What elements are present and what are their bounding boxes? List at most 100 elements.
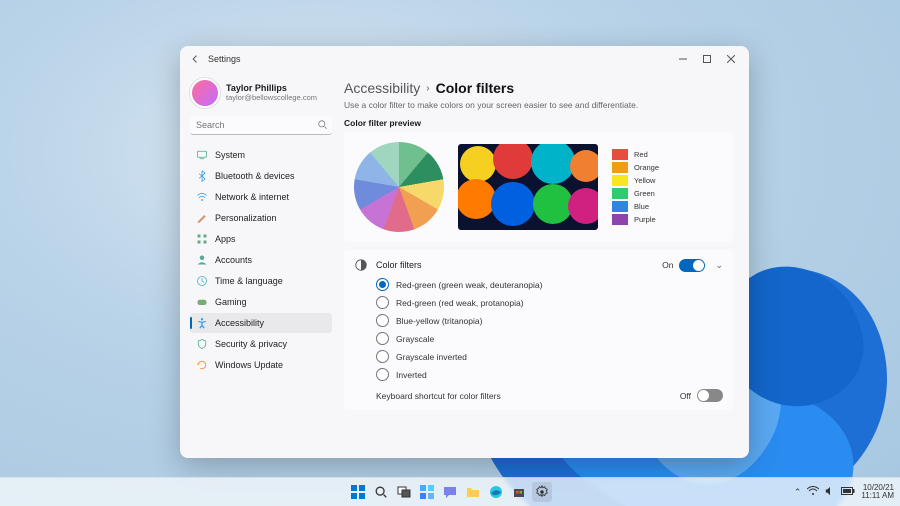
chat-button[interactable] xyxy=(440,482,460,502)
settings-window: Settings Taylor Phillips taylor@bellowsc… xyxy=(180,46,749,458)
sidebar-item-gaming[interactable]: Gaming xyxy=(190,292,332,312)
sidebar-item-label: Personalization xyxy=(215,213,277,223)
task-view-button[interactable] xyxy=(394,482,414,502)
radio-icon xyxy=(376,296,389,309)
keyboard-shortcut-toggle[interactable] xyxy=(697,389,723,402)
sidebar-item-update[interactable]: Windows Update xyxy=(190,355,332,375)
sidebar-item-accounts[interactable]: Accounts xyxy=(190,250,332,270)
widgets-button[interactable] xyxy=(417,482,437,502)
system-tray: ⌃ 10/20/21 11:11 AM xyxy=(794,484,894,500)
filter-option[interactable]: Inverted xyxy=(376,368,723,381)
sidebar-item-apps[interactable]: Apps xyxy=(190,229,332,249)
swatch-label: Purple xyxy=(634,214,659,225)
photo-preview xyxy=(458,144,598,230)
sidebar-item-label: Security & privacy xyxy=(215,339,287,349)
breadcrumb-parent[interactable]: Accessibility xyxy=(344,80,420,96)
clock[interactable]: 10/20/21 11:11 AM xyxy=(861,484,894,500)
color-swatches: RedOrangeYellowGreenBluePurple xyxy=(612,149,659,225)
helper-text: Use a color filter to make colors on you… xyxy=(344,100,733,110)
maximize-icon xyxy=(703,55,711,63)
main-content: Accessibility › Color filters Use a colo… xyxy=(338,70,749,458)
swatch-orange xyxy=(612,162,628,173)
swatch-red xyxy=(612,149,628,160)
pie-chart-preview xyxy=(354,142,444,232)
titlebar: Settings xyxy=(180,46,749,70)
filter-option-label: Red-green (green weak, deuteranopia) xyxy=(396,280,542,290)
sidebar-item-network[interactable]: Network & internet xyxy=(190,187,332,207)
settings-taskbar-button[interactable] xyxy=(532,482,552,502)
sidebar-item-personalization[interactable]: Personalization xyxy=(190,208,332,228)
keyboard-shortcut-state-label: Off xyxy=(680,391,691,401)
search-container xyxy=(190,116,332,135)
sidebar-item-security[interactable]: Security & privacy xyxy=(190,334,332,354)
taskbar: ⌃ 10/20/21 11:11 AM xyxy=(0,477,900,506)
keyboard-shortcut-label: Keyboard shortcut for color filters xyxy=(376,391,680,401)
swatch-label: Yellow xyxy=(634,175,659,186)
tray-overflow[interactable]: ⌃ xyxy=(794,487,802,498)
folder-icon xyxy=(466,485,480,499)
sidebar: Taylor Phillips taylor@bellowscollege.co… xyxy=(180,70,338,458)
color-filters-card: Color filters On ⌄ Red-green (green weak… xyxy=(344,250,733,410)
file-explorer-button[interactable] xyxy=(463,482,483,502)
radio-icon xyxy=(376,278,389,291)
minimize-icon xyxy=(679,55,687,63)
filter-option[interactable]: Blue-yellow (tritanopia) xyxy=(376,314,723,327)
preview-heading: Color filter preview xyxy=(344,118,733,128)
maximize-button[interactable] xyxy=(695,50,719,68)
sidebar-item-label: Apps xyxy=(215,234,236,244)
color-filters-state-label: On xyxy=(662,260,673,270)
system-icon xyxy=(196,149,208,161)
sidebar-item-label: Network & internet xyxy=(215,192,289,202)
battery-icon[interactable] xyxy=(841,487,855,497)
color-filters-title: Color filters xyxy=(376,260,654,270)
sidebar-item-label: Windows Update xyxy=(215,360,283,370)
wifi-icon[interactable] xyxy=(807,486,819,498)
sidebar-item-label: Time & language xyxy=(215,276,283,286)
tray-time: 11:11 AM xyxy=(861,492,894,500)
start-button[interactable] xyxy=(348,482,368,502)
sidebar-item-label: Bluetooth & devices xyxy=(215,171,295,181)
window-title: Settings xyxy=(208,54,241,64)
filter-option-label: Inverted xyxy=(396,370,427,380)
swatch-label: Blue xyxy=(634,201,659,212)
filter-option[interactable]: Red-green (green weak, deuteranopia) xyxy=(376,278,723,291)
profile[interactable]: Taylor Phillips taylor@bellowscollege.co… xyxy=(190,74,332,116)
volume-icon[interactable] xyxy=(825,486,835,498)
color-filters-toggle[interactable] xyxy=(679,259,705,272)
sidebar-item-accessibility[interactable]: Accessibility xyxy=(190,313,332,333)
close-button[interactable] xyxy=(719,50,743,68)
sidebar-item-time[interactable]: Time & language xyxy=(190,271,332,291)
chat-icon xyxy=(443,485,457,499)
minimize-button[interactable] xyxy=(671,50,695,68)
sidebar-item-system[interactable]: System xyxy=(190,145,332,165)
filter-option[interactable]: Grayscale inverted xyxy=(376,350,723,363)
gear-icon xyxy=(535,485,549,499)
nav-list: System Bluetooth & devices Network & inter… xyxy=(190,145,332,375)
edge-button[interactable] xyxy=(486,482,506,502)
store-icon xyxy=(512,485,526,499)
avatar xyxy=(190,78,220,108)
swatch-green xyxy=(612,188,628,199)
radio-icon xyxy=(376,314,389,327)
chevron-down-icon[interactable]: ⌄ xyxy=(715,260,723,271)
radio-icon xyxy=(376,350,389,363)
sidebar-item-label: System xyxy=(215,150,245,160)
sidebar-item-label: Gaming xyxy=(215,297,247,307)
taskbar-search-button[interactable] xyxy=(371,482,391,502)
sidebar-item-bluetooth[interactable]: Bluetooth & devices xyxy=(190,166,332,186)
filter-option-label: Grayscale xyxy=(396,334,434,344)
store-button[interactable] xyxy=(509,482,529,502)
search-icon xyxy=(374,485,388,499)
swatch-yellow xyxy=(612,175,628,186)
swatch-purple xyxy=(612,214,628,225)
radio-icon xyxy=(376,332,389,345)
back-button[interactable] xyxy=(188,52,202,66)
search-icon xyxy=(317,119,328,133)
sidebar-item-label: Accounts xyxy=(215,255,252,265)
filter-option-label: Blue-yellow (tritanopia) xyxy=(396,316,482,326)
radio-icon xyxy=(376,368,389,381)
filter-option[interactable]: Grayscale xyxy=(376,332,723,345)
filter-option[interactable]: Red-green (red weak, protanopia) xyxy=(376,296,723,309)
search-input[interactable] xyxy=(190,116,332,135)
swatch-blue xyxy=(612,201,628,212)
